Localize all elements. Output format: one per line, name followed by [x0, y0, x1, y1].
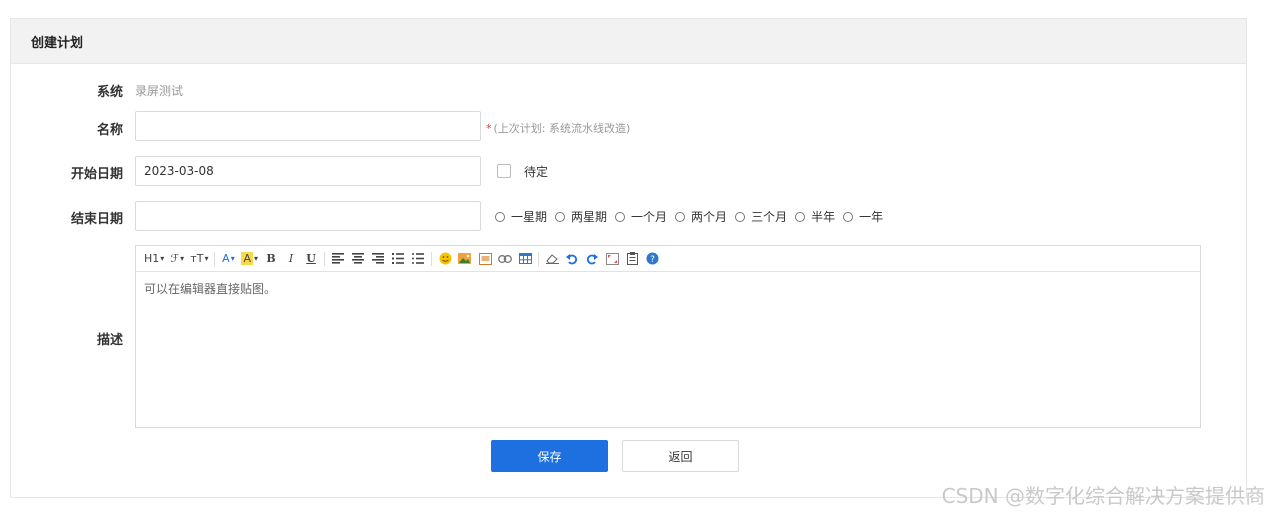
radio-half-year[interactable]: 半年 [795, 208, 835, 225]
create-plan-panel: 创建计划 系统 录屏测试 名称 *(上次计划: 系统流水线改造) 开始日期 待定… [10, 18, 1247, 498]
font-size-dropdown[interactable]: тT ▾ [190, 250, 208, 268]
align-right-icon[interactable] [371, 250, 385, 268]
panel-title: 创建计划 [11, 19, 1246, 64]
editor-toolbar: H1 ▾ ℱ ▾ тT ▾ A ▾ A ▾ B I U ? [136, 246, 1200, 272]
underline-button[interactable]: U [304, 250, 318, 268]
radio-one-year[interactable]: 一年 [843, 208, 883, 225]
radio-two-months[interactable]: 两个月 [675, 208, 727, 225]
previous-plan-hint: (上次计划: 系统流水线改造) [493, 122, 631, 135]
pending-label: 待定 [524, 165, 549, 179]
system-label: 系统 [96, 85, 123, 100]
watermark: CSDN @数字化综合解决方案提供商 [941, 484, 1265, 508]
back-button[interactable]: 返回 [622, 440, 739, 472]
italic-button[interactable]: I [284, 250, 298, 268]
toolbar-divider [324, 251, 325, 266]
radio-circle [735, 211, 746, 222]
radio-label: 一星期 [511, 210, 548, 224]
help-icon[interactable]: ? [645, 250, 659, 268]
radio-three-months[interactable]: 三个月 [735, 208, 787, 225]
font-size-label: тT [190, 252, 204, 265]
font-color-dropdown[interactable]: A ▾ [221, 250, 235, 268]
end-date-input[interactable] [135, 201, 481, 231]
end-date-shortcuts: 一星期 两星期 一个月 两个月 三个月 半年 一年 [495, 208, 891, 225]
radio-circle [843, 211, 854, 222]
radio-one-week[interactable]: 一星期 [495, 208, 547, 225]
radio-label: 半年 [811, 210, 836, 224]
image-icon[interactable] [458, 250, 472, 268]
name-input[interactable] [135, 111, 481, 141]
heading-label: H1 [144, 252, 160, 265]
paste-icon[interactable] [625, 250, 639, 268]
bold-button[interactable]: B [264, 250, 278, 268]
radio-circle [675, 211, 686, 222]
redo-icon[interactable] [585, 250, 599, 268]
align-center-icon[interactable] [351, 250, 365, 268]
editor-content-area[interactable]: 可以在编辑器直接贴图。 [136, 272, 1200, 305]
required-mark: * [486, 122, 492, 135]
chevron-down-icon: ▾ [253, 254, 258, 263]
start-date-label: 开始日期 [70, 167, 123, 182]
font-family-dropdown[interactable]: ℱ ▾ [170, 250, 184, 268]
link-icon[interactable] [498, 250, 512, 268]
emoji-icon[interactable] [438, 250, 452, 268]
name-hint: * (上次计划: 系统流水线改造) [486, 120, 630, 136]
chevron-down-icon: ▾ [160, 254, 165, 263]
radio-circle [615, 211, 626, 222]
rich-text-editor: H1 ▾ ℱ ▾ тT ▾ A ▾ A ▾ B I U ? 可以在编辑器直接贴图… [135, 245, 1201, 428]
table-icon[interactable] [518, 250, 532, 268]
chevron-down-icon: ▾ [180, 254, 185, 263]
radio-circle [555, 211, 566, 222]
toolbar-divider [214, 251, 216, 266]
radio-one-month[interactable]: 一个月 [615, 208, 667, 225]
heading-dropdown[interactable]: H1 ▾ [144, 250, 164, 268]
font-color-label: A [222, 252, 230, 265]
toolbar-divider [431, 251, 432, 266]
media-icon[interactable] [478, 250, 492, 268]
undo-icon[interactable] [565, 250, 579, 268]
unordered-list-icon[interactable] [411, 250, 425, 268]
highlight-label: A [241, 252, 253, 265]
radio-label: 三个月 [751, 210, 788, 224]
radio-label: 一个月 [631, 210, 668, 224]
eraser-icon[interactable] [545, 250, 559, 268]
radio-circle [495, 211, 505, 222]
save-button[interactable]: 保存 [491, 440, 608, 472]
name-label: 名称 [96, 123, 123, 138]
font-family-label: ℱ [170, 252, 180, 265]
start-date-input[interactable] [135, 156, 481, 186]
radio-label: 两星期 [571, 210, 608, 224]
description-label: 描述 [96, 333, 123, 348]
system-value: 录屏测试 [135, 84, 184, 98]
toolbar-divider [538, 251, 539, 266]
highlight-dropdown[interactable]: A ▾ [241, 250, 258, 268]
chevron-down-icon: ▾ [204, 254, 209, 263]
pending-checkbox[interactable] [497, 164, 511, 178]
radio-circle [795, 211, 806, 222]
chevron-down-icon: ▾ [230, 254, 235, 263]
fullscreen-icon[interactable] [605, 250, 619, 268]
radio-label: 两个月 [691, 210, 728, 224]
align-left-icon[interactable] [331, 250, 345, 268]
end-date-label: 结束日期 [70, 212, 123, 227]
radio-two-weeks[interactable]: 两星期 [555, 208, 607, 225]
radio-label: 一年 [859, 210, 884, 224]
svg-text:?: ? [650, 255, 655, 265]
ordered-list-icon[interactable] [391, 250, 405, 268]
